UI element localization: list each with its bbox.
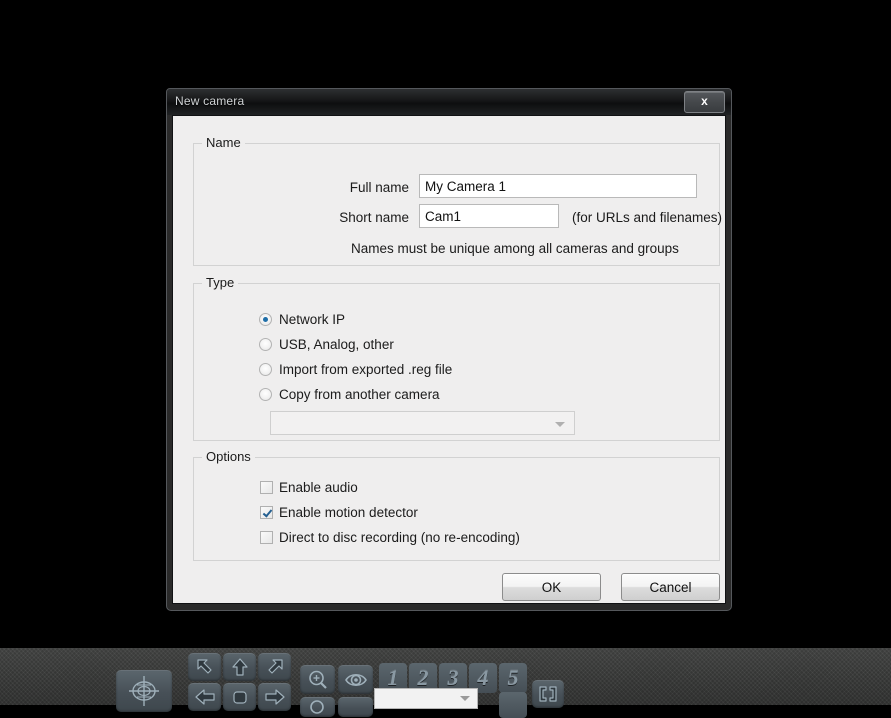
radio-mark-icon bbox=[259, 338, 272, 351]
radio-label: Import from exported .reg file bbox=[279, 362, 453, 377]
chevron-down-icon bbox=[460, 696, 470, 701]
short-name-hint: (for URLs and filenames) bbox=[572, 210, 723, 225]
radio-import-reg-file[interactable]: Import from exported .reg file bbox=[259, 362, 452, 377]
ptz-preset-6[interactable] bbox=[499, 692, 527, 718]
uniqueness-hint: Names must be unique among all cameras a… bbox=[351, 241, 679, 256]
options-group-legend: Options bbox=[202, 449, 255, 464]
dialog-titlebar[interactable]: New camera x bbox=[167, 89, 731, 115]
full-name-label: Full name bbox=[349, 180, 409, 195]
ptz-up-button[interactable] bbox=[223, 653, 256, 681]
checkbox-label: Enable motion detector bbox=[279, 505, 418, 520]
arrow-up-icon bbox=[231, 658, 248, 676]
ptz-extra-button[interactable] bbox=[338, 697, 373, 717]
close-icon[interactable]: x bbox=[684, 91, 725, 113]
name-group-legend: Name bbox=[202, 135, 245, 150]
arrow-up-left-icon bbox=[196, 659, 212, 674]
ptz-focus-button[interactable] bbox=[338, 665, 373, 694]
checkbox-mark-icon bbox=[260, 481, 273, 494]
ptz-home-icon[interactable] bbox=[116, 670, 172, 712]
checkbox-enable-motion-detector[interactable]: Enable motion detector bbox=[260, 505, 418, 520]
type-group: Type Network IP USB, Analog, other Impor… bbox=[193, 275, 720, 441]
ptz-left-button[interactable] bbox=[188, 683, 221, 711]
chevron-down-icon bbox=[555, 422, 565, 427]
radio-copy-from-another-camera[interactable]: Copy from another camera bbox=[259, 387, 440, 402]
radio-mark-icon bbox=[259, 388, 272, 401]
options-group: Options Enable audio Enable motion detec… bbox=[193, 449, 720, 561]
cancel-button[interactable]: Cancel bbox=[621, 573, 720, 601]
radio-mark-icon bbox=[259, 313, 272, 326]
ok-button[interactable]: OK bbox=[502, 573, 601, 601]
radio-label: USB, Analog, other bbox=[279, 337, 394, 352]
checkbox-direct-to-disc-recording[interactable]: Direct to disc recording (no re-encoding… bbox=[260, 530, 520, 545]
ptz-right-button[interactable] bbox=[258, 683, 291, 711]
radio-label: Network IP bbox=[279, 312, 346, 327]
ptz-zoom-in-button[interactable] bbox=[300, 665, 335, 694]
checkbox-label: Enable audio bbox=[279, 480, 358, 495]
radio-usb-analog-other[interactable]: USB, Analog, other bbox=[259, 337, 394, 352]
ptz-stop-button[interactable] bbox=[223, 683, 256, 711]
zoom-out-icon bbox=[309, 700, 324, 714]
arrow-up-right-icon bbox=[267, 659, 283, 674]
checkbox-enable-audio[interactable]: Enable audio bbox=[260, 480, 358, 495]
ptz-up-right-button[interactable] bbox=[258, 653, 291, 681]
short-name-label: Short name bbox=[339, 210, 409, 225]
ptz-preset-5[interactable]: 5 bbox=[499, 663, 527, 693]
zoom-in-icon bbox=[308, 670, 327, 689]
new-camera-dialog: New camera x Name Full name Short name (… bbox=[166, 88, 732, 611]
copy-from-camera-select[interactable] bbox=[270, 411, 575, 435]
cycle-arrows-icon bbox=[539, 686, 557, 702]
full-name-input[interactable] bbox=[419, 174, 697, 198]
eye-icon bbox=[344, 673, 367, 686]
dialog-title: New camera bbox=[175, 94, 245, 108]
checkbox-label: Direct to disc recording (no re-encoding… bbox=[279, 530, 520, 545]
crosshair-icon bbox=[129, 676, 159, 706]
ptz-up-left-button[interactable] bbox=[188, 653, 221, 681]
ptz-tour-button[interactable] bbox=[532, 680, 564, 708]
stop-square-icon bbox=[232, 691, 247, 704]
radio-mark-icon bbox=[259, 363, 272, 376]
checkbox-mark-icon bbox=[260, 531, 273, 544]
checkbox-mark-icon bbox=[260, 506, 273, 519]
arrow-left-icon bbox=[194, 689, 215, 705]
name-group: Name Full name Short name (for URLs and … bbox=[193, 135, 723, 266]
arrow-right-icon bbox=[264, 689, 285, 705]
radio-label: Copy from another camera bbox=[279, 387, 440, 402]
radio-network-ip[interactable]: Network IP bbox=[259, 312, 345, 327]
short-name-input[interactable] bbox=[419, 204, 559, 228]
dialog-body: Name Full name Short name (for URLs and … bbox=[172, 115, 726, 604]
ptz-zoom-out-button[interactable] bbox=[300, 697, 335, 717]
type-group-legend: Type bbox=[202, 275, 239, 290]
ptz-preset-select[interactable] bbox=[374, 688, 478, 709]
